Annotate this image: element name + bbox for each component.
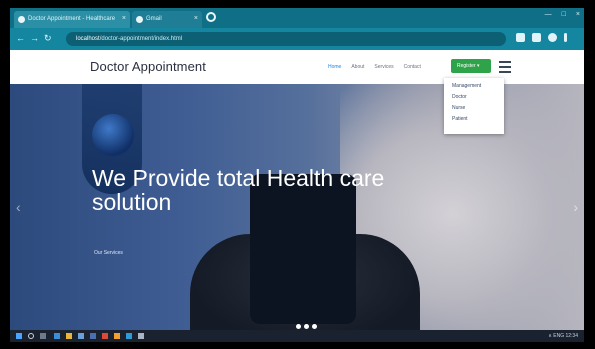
app-icon[interactable]: [138, 333, 144, 339]
profile-icon[interactable]: [548, 33, 557, 42]
window-controls: — □ ×: [545, 11, 580, 18]
address-bar-row: ← → ↻ localhost/doctor-appointment/index…: [10, 28, 584, 50]
carousel-prev-icon[interactable]: ‹: [16, 199, 21, 215]
tab-close-icon[interactable]: ×: [122, 15, 126, 22]
tab-close-icon[interactable]: ×: [194, 15, 198, 22]
minimize-button[interactable]: —: [545, 11, 552, 18]
browser-menu-icon[interactable]: [564, 33, 567, 42]
carousel-next-icon[interactable]: ›: [573, 199, 578, 215]
tab-title: Doctor Appointment - Healthcare: [28, 16, 116, 22]
site-nav: Home About Services Contact: [328, 64, 421, 70]
search-icon[interactable]: [28, 333, 34, 339]
extension-icon[interactable]: [532, 33, 541, 42]
carousel-indicators: [296, 324, 317, 329]
forward-icon[interactable]: →: [30, 33, 39, 43]
back-icon[interactable]: ←: [16, 33, 25, 43]
dropdown-item-patient[interactable]: Patient: [452, 116, 504, 127]
reload-icon[interactable]: ↻: [44, 33, 52, 44]
bookmark-icon[interactable]: [516, 33, 525, 42]
tab-favicon-icon: [18, 16, 25, 23]
nav-contact[interactable]: Contact: [404, 64, 421, 70]
hamburger-menu-icon[interactable]: [499, 61, 511, 76]
app-icon[interactable]: [102, 333, 108, 339]
site-brand[interactable]: Doctor Appointment: [90, 59, 206, 74]
register-dropdown-menu: Management Doctor Nurse Patient: [444, 78, 504, 134]
stethoscope-icon: [92, 114, 134, 156]
carousel-dot[interactable]: [304, 324, 309, 329]
app-icon[interactable]: [114, 333, 120, 339]
carousel-dot[interactable]: [296, 324, 301, 329]
edge-icon[interactable]: [54, 333, 60, 339]
mail-icon[interactable]: [90, 333, 96, 339]
browser-tab-active[interactable]: Doctor Appointment - Healthcare ×: [14, 11, 130, 28]
os-taskbar: ∧ ENG 12:34: [10, 330, 584, 342]
new-tab-icon[interactable]: [206, 12, 216, 22]
browser-tab-bar: Doctor Appointment - Healthcare × Gmail …: [10, 8, 584, 28]
register-dropdown-button[interactable]: Register ▾: [451, 59, 491, 73]
tab-favicon-icon: [136, 16, 143, 23]
screen: Doctor Appointment - Healthcare × Gmail …: [10, 8, 584, 342]
browser-tab[interactable]: Gmail ×: [132, 11, 202, 28]
hero-services-link[interactable]: Our Services: [94, 250, 123, 256]
url-host: localhost: [76, 36, 100, 42]
tab-title: Gmail: [146, 16, 162, 22]
carousel-dot[interactable]: [312, 324, 317, 329]
nav-home[interactable]: Home: [328, 64, 341, 70]
folder-icon[interactable]: [66, 333, 72, 339]
dropdown-item-nurse[interactable]: Nurse: [452, 105, 504, 116]
url-path: /doctor-appointment/index.html: [99, 36, 183, 42]
store-icon[interactable]: [78, 333, 84, 339]
hero-title: We Provide total Health care solution: [92, 165, 385, 215]
start-icon[interactable]: [16, 333, 22, 339]
dropdown-item-management[interactable]: Management: [452, 83, 504, 94]
task-view-icon[interactable]: [40, 333, 46, 339]
url-input[interactable]: localhost/doctor-appointment/index.html: [66, 32, 506, 46]
nav-about[interactable]: About: [351, 64, 364, 70]
dropdown-item-doctor[interactable]: Doctor: [452, 94, 504, 105]
close-window-button[interactable]: ×: [576, 11, 580, 18]
chrome-icon[interactable]: [126, 333, 132, 339]
system-tray: ∧ ENG 12:34: [548, 333, 578, 339]
nav-services[interactable]: Services: [374, 64, 393, 70]
maximize-button[interactable]: □: [562, 11, 566, 18]
